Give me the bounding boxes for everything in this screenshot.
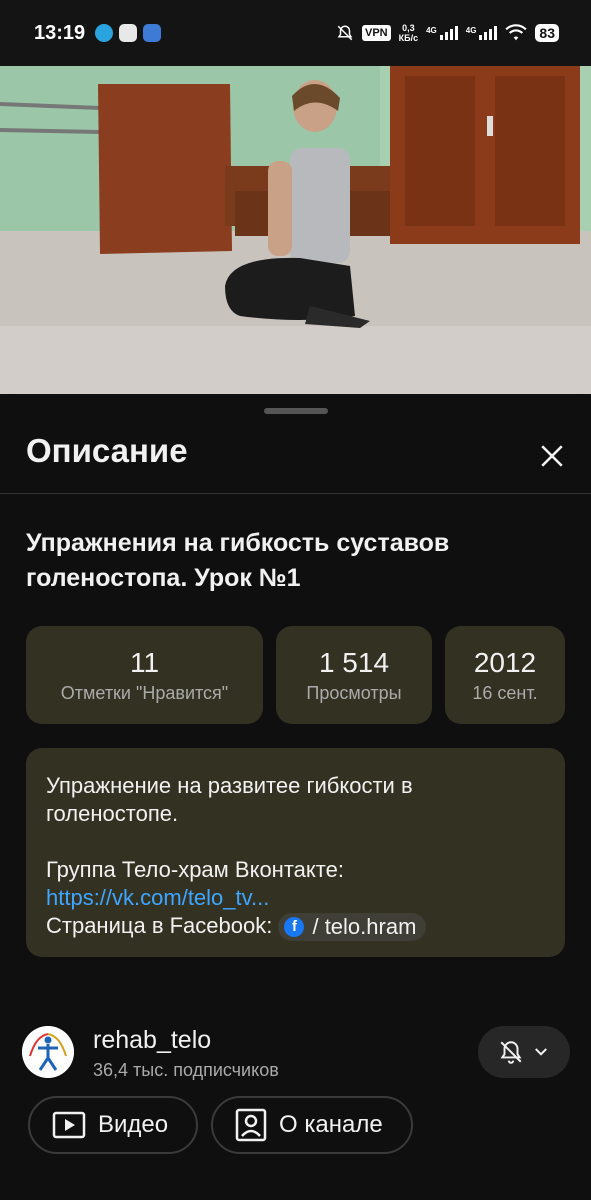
mute-bell-icon <box>337 25 353 41</box>
channel-avatar[interactable] <box>22 1026 74 1078</box>
video-frame <box>0 66 591 394</box>
views-stat: 1 514 Просмотры <box>276 626 432 724</box>
telegram-icon <box>95 24 114 42</box>
channel-logo <box>22 1026 74 1078</box>
about-channel-label: О канале <box>279 1111 383 1138</box>
facebook-line: Страница в Facebook: f / telo.hram <box>46 912 545 942</box>
likes-label: Отметки "Нравится" <box>60 683 229 703</box>
facebook-link-chip[interactable]: f / telo.hram <box>278 913 427 942</box>
network-speed: 0,3 КБ/с <box>398 23 419 43</box>
chart-app-icon <box>143 24 162 42</box>
calendar-icon <box>119 24 138 42</box>
description-sheet: Описание Упражнения на гибкость суставов… <box>0 394 591 1200</box>
date-label: 16 сент. <box>472 683 538 703</box>
sheet-title: Описание <box>26 432 188 469</box>
subscriber-count: 36,4 тыс. подписчиков <box>93 1060 279 1080</box>
status-bar: 13:19 VPN 0,3 КБ/с 4G 4G 83 <box>0 0 591 66</box>
description-text: Упражнение на развитее гибкости в голено… <box>46 773 413 826</box>
divider <box>0 493 591 494</box>
year-value: 2012 <box>473 647 537 678</box>
status-right: VPN 0,3 КБ/с 4G 4G 83 <box>336 23 559 43</box>
profile-card-icon <box>235 1108 267 1142</box>
videos-button[interactable]: Видео <box>28 1096 198 1154</box>
views-count: 1 514 <box>318 647 390 678</box>
close-button[interactable] <box>532 436 572 476</box>
video-player[interactable] <box>0 66 591 394</box>
vpn-badge: VPN <box>361 25 391 41</box>
video-icon <box>52 1111 86 1139</box>
vk-group-link[interactable]: https://vk.com/telo_tv... <box>46 885 269 910</box>
likes-stat: 11 Отметки "Нравится" <box>26 626 263 724</box>
wifi-icon <box>505 24 528 41</box>
about-channel-button[interactable]: О канале <box>211 1096 413 1154</box>
notifications-off-icon <box>500 1041 522 1064</box>
description-box: Упражнение на развитее гибкости в голено… <box>26 748 565 957</box>
status-time: 13:19 <box>34 21 86 44</box>
notification-settings-button[interactable] <box>478 1026 570 1078</box>
video-title: Упражнения на гибкость суставов голеност… <box>26 529 450 592</box>
likes-count: 11 <box>129 647 160 678</box>
views-label: Просмотры <box>306 683 402 703</box>
signal-2-icon: 4G <box>466 26 498 40</box>
signal-1-icon: 4G <box>426 26 458 40</box>
facebook-icon: f <box>284 917 305 938</box>
battery-indicator: 83 <box>535 24 559 42</box>
close-icon <box>541 445 563 467</box>
date-stat: 2012 16 сент. <box>445 626 565 724</box>
drag-handle[interactable] <box>264 408 328 414</box>
chevron-down-icon <box>535 1048 547 1056</box>
videos-button-label: Видео <box>98 1111 169 1138</box>
vk-group-line: Группа Тело-храм Вконтакте: https://vk.c… <box>46 857 344 910</box>
channel-name[interactable]: rehab_telo <box>93 1026 211 1055</box>
